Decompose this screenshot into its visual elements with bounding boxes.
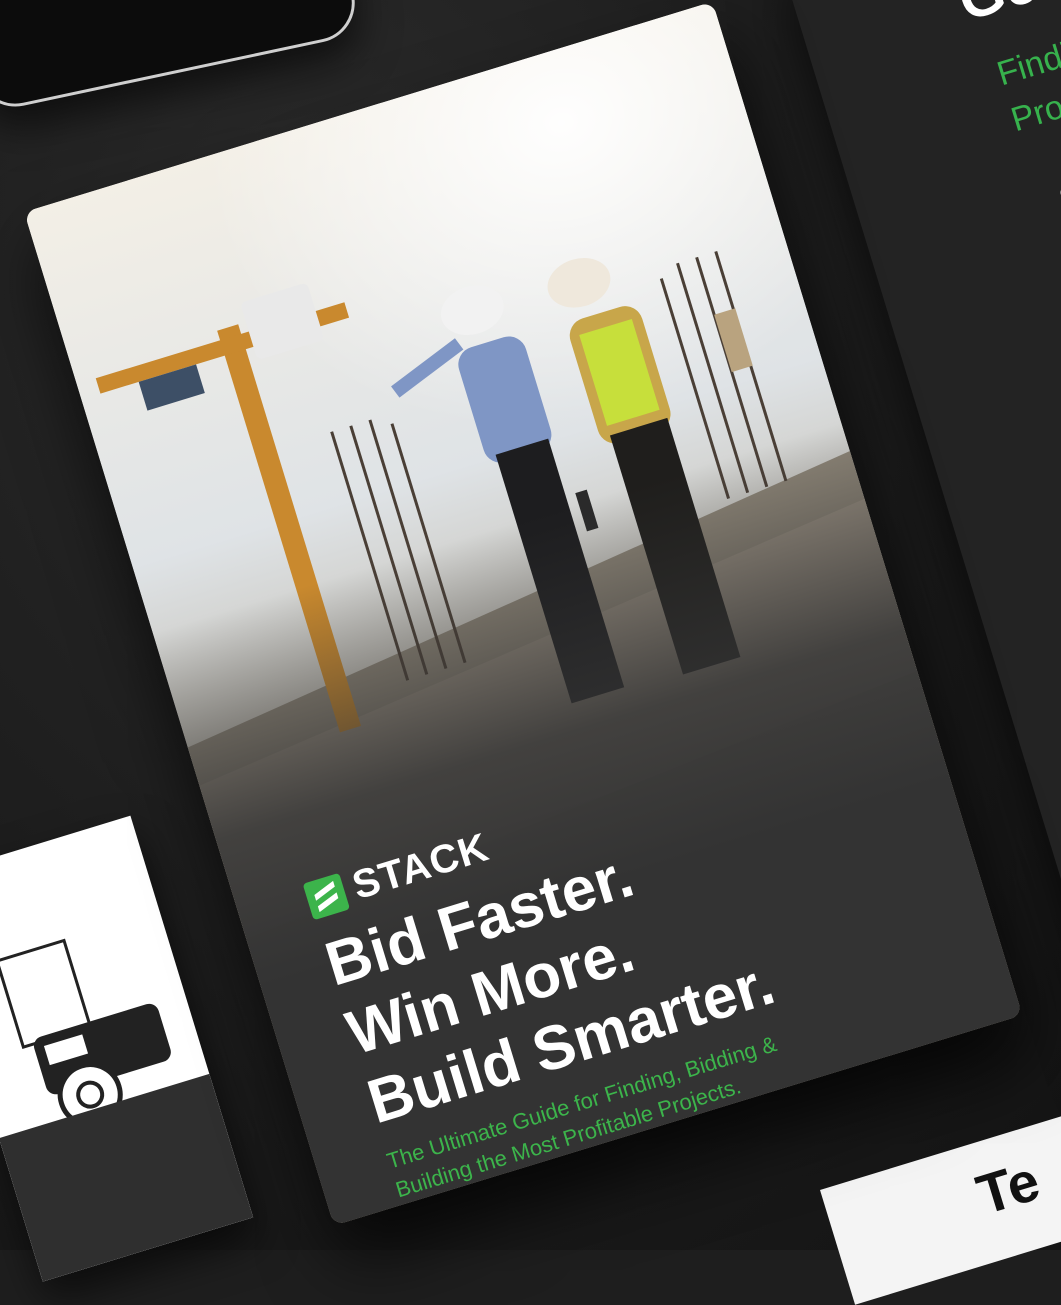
- panel-title: Get: [951, 0, 1061, 35]
- corner-card-text: Te: [969, 1148, 1047, 1227]
